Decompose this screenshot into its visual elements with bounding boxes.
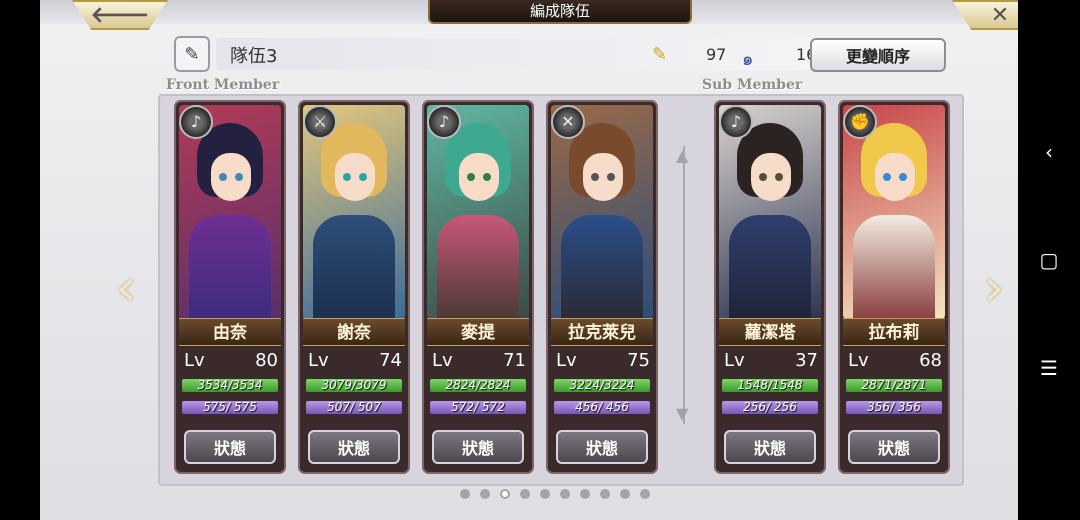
status-button[interactable]: 狀態 — [432, 430, 524, 464]
edit-team-name-button[interactable]: ✎ — [174, 36, 210, 72]
page-dot[interactable] — [580, 489, 590, 499]
level-value: 80 — [255, 350, 278, 371]
team-name-field: 隊伍3 ✎ 97 ๑ 16 — [216, 38, 816, 70]
game-screen: 🡐 編成隊伍 ✕ ✎ 隊伍3 ✎ 97 ๑ 16 更變順序 Front Memb… — [40, 0, 1048, 520]
pencil-icon: ✎ — [184, 43, 200, 65]
back-button[interactable]: 🡐 — [72, 0, 168, 30]
level-label: Lv — [848, 350, 869, 371]
character-portrait: ♪ — [179, 105, 281, 319]
mp-bar: 507/ 507 — [306, 401, 402, 414]
next-team-arrow[interactable]: › — [978, 258, 1010, 318]
page-title: 編成隊伍 — [428, 0, 692, 24]
status-button[interactable]: 狀態 — [308, 430, 400, 464]
class-icon: ✕ — [551, 105, 585, 139]
hp-bar: 3079/3079 — [306, 379, 402, 392]
hp-bar: 3534/3534 — [182, 379, 278, 392]
page-dot[interactable] — [620, 489, 630, 499]
member-card[interactable]: ♪ 由奈 Lv 80 3534/3534 575/ 575 狀態 — [174, 100, 286, 474]
close-x-icon: ✕ — [990, 2, 1010, 28]
page-dot[interactable] — [500, 489, 510, 499]
previous-team-arrow[interactable]: ‹ — [110, 258, 142, 318]
pagination-dots — [460, 489, 660, 501]
member-card[interactable]: ⚔ 謝奈 Lv 74 3079/3079 507/ 507 狀態 — [298, 100, 410, 474]
mp-bar: 572/ 572 — [430, 401, 526, 414]
level-label: Lv — [308, 350, 329, 371]
level-value: 37 — [795, 350, 818, 371]
left-screen-edge — [0, 0, 40, 520]
level-value: 75 — [627, 350, 650, 371]
character-portrait: ✕ — [551, 105, 653, 319]
member-card[interactable]: ✊ 拉布莉 Lv 68 2871/2871 356/ 356 狀態 — [838, 100, 950, 474]
member-card[interactable]: ♪ 蘿潔塔 Lv 37 1548/1548 256/ 256 狀態 — [714, 100, 826, 474]
system-nav-bar: ‹ ▢ ☰ — [1018, 0, 1080, 520]
page-dot[interactable] — [540, 489, 550, 499]
back-arrow-icon: 🡐 — [90, 3, 150, 28]
member-card[interactable]: ♪ 麥提 Lv 71 2824/2824 572/ 572 狀態 — [422, 100, 534, 474]
level-value: 71 — [503, 350, 526, 371]
menu-nav-icon[interactable]: ☰ — [1038, 357, 1060, 379]
character-name: 拉布莉 — [843, 318, 945, 346]
divider-bottom-arrow-icon: ▼ — [676, 404, 689, 423]
class-icon: ⚔ — [303, 105, 337, 139]
team-name: 隊伍3 — [230, 46, 278, 67]
hp-bar: 3224/3224 — [554, 379, 650, 392]
back-nav-icon[interactable]: ‹ — [1038, 141, 1060, 163]
character-portrait: ✊ — [843, 105, 945, 319]
level-label: Lv — [432, 350, 453, 371]
mp-bar: 356/ 356 — [846, 401, 942, 414]
class-icon: ♪ — [179, 105, 213, 139]
character-name: 蘿潔塔 — [719, 318, 821, 346]
class-icon: ✊ — [843, 105, 877, 139]
level-label: Lv — [724, 350, 745, 371]
character-portrait: ♪ — [719, 105, 821, 319]
class-icon: ♪ — [427, 105, 461, 139]
mp-bar: 575/ 575 — [182, 401, 278, 414]
level-label: Lv — [556, 350, 577, 371]
character-name: 拉克萊兒 — [551, 318, 653, 346]
level-value: 68 — [919, 350, 942, 371]
hp-bar: 2871/2871 — [846, 379, 942, 392]
character-portrait: ♪ — [427, 105, 529, 319]
swirl-icon: ๑ — [742, 49, 754, 70]
mp-bar: 256/ 256 — [722, 401, 818, 414]
sub-member-label: Sub Member — [702, 77, 803, 93]
status-button[interactable]: 狀態 — [724, 430, 816, 464]
page-dot[interactable] — [600, 489, 610, 499]
status-button[interactable]: 狀態 — [848, 430, 940, 464]
page-dot[interactable] — [640, 489, 650, 499]
page-dot[interactable] — [460, 489, 470, 499]
character-portrait: ⚔ — [303, 105, 405, 319]
reorder-button[interactable]: 更變順序 — [810, 38, 946, 72]
hp-bar: 1548/1548 — [722, 379, 818, 392]
front-member-label: Front Member — [166, 77, 280, 93]
level-value: 74 — [379, 350, 402, 371]
home-nav-icon[interactable]: ▢ — [1038, 249, 1060, 271]
chevron-right-icon: › — [983, 258, 1005, 318]
character-name: 麥提 — [427, 318, 529, 346]
status-button[interactable]: 狀態 — [184, 430, 276, 464]
status-button[interactable]: 狀態 — [556, 430, 648, 464]
hp-bar: 2824/2824 — [430, 379, 526, 392]
class-icon: ♪ — [719, 105, 753, 139]
character-name: 謝奈 — [303, 318, 405, 346]
page-dot[interactable] — [560, 489, 570, 499]
feather-icon: ✎ — [652, 44, 668, 65]
divider — [683, 146, 685, 424]
level-label: Lv — [184, 350, 205, 371]
member-card[interactable]: ✕ 拉克萊兒 Lv 75 3224/3224 456/ 456 狀態 — [546, 100, 658, 474]
mp-bar: 456/ 456 — [554, 401, 650, 414]
page-dot[interactable] — [480, 489, 490, 499]
character-name: 由奈 — [179, 318, 281, 346]
stat1-value: 97 — [706, 45, 727, 64]
page-dot[interactable] — [520, 489, 530, 499]
chevron-left-icon: ‹ — [115, 258, 137, 318]
